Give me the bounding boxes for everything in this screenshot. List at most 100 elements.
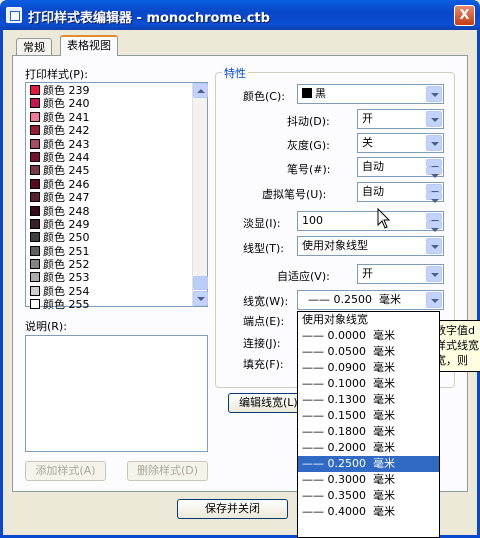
dither-value: 开 [362,112,373,125]
spin-up-icon[interactable] [426,213,442,224]
color-value: 黑 [315,87,326,100]
delete-style-button[interactable]: 删除样式(D) [127,461,208,481]
print-style-label: 颜色 252 [43,258,90,272]
print-style-item[interactable]: 颜色 241 [26,111,191,124]
print-style-item[interactable]: 颜色 252 [26,258,191,271]
properties-title: 特性 [222,65,248,81]
print-style-item[interactable]: 颜色 242 [26,124,191,137]
lineweight-option[interactable]: —— 0.3500 毫米 [298,488,439,504]
print-styles-rows: 颜色 239 颜色 240 颜色 241 颜色 242 颜色 243 颜色 244 颜色 2… [26,84,191,312]
lineweight-option[interactable]: —— 0.0500 毫米 [298,344,439,360]
adaptive-combo[interactable]: 开 [357,264,444,284]
lineweight-dropdown-list[interactable]: 使用对象线宽 —— 0.0000 毫米 —— 0.0500 毫米 —— 0.0900 … [297,311,440,538]
lineweight-option[interactable]: —— 0.0000 毫米 [298,328,439,344]
color-swatch [30,272,40,283]
linetype-combo[interactable]: 使用对象线型 [297,236,444,256]
print-style-item[interactable]: 颜色 248 [26,205,191,218]
color-swatch [30,151,40,162]
spin-up-icon[interactable] [426,184,442,195]
print-style-label: 颜色 255 [43,298,90,312]
scroll-thumb[interactable] [193,276,208,290]
scroll-up-button[interactable] [193,83,208,98]
print-style-item[interactable]: 颜色 250 [26,231,191,244]
chevron-down-icon[interactable] [426,111,442,127]
lineweight-combo[interactable]: —— 0.2500 毫米 [297,290,444,310]
print-style-label: 颜色 248 [43,204,90,218]
print-style-item[interactable]: 颜色 243 [26,138,191,151]
lineweight-option[interactable]: —— 0.1800 毫米 [298,424,439,440]
print-styles-list[interactable]: 颜色 239 颜色 240 颜色 241 颜色 242 颜色 243 颜色 244 颜色 2… [25,82,208,311]
lineweight-option[interactable]: —— 0.3000 毫米 [298,472,439,488]
virtual-pen-spinner[interactable]: 自动 [357,182,444,203]
color-swatch [30,218,40,229]
color-swatch [30,125,40,136]
tab-table-view[interactable]: 表格视图 [60,35,118,56]
styles-scrollbar[interactable] [192,83,208,306]
print-style-label: 颜色 242 [43,124,90,138]
spin-down-icon[interactable] [426,167,442,178]
color-swatch [30,205,40,216]
lineweight-options: 使用对象线宽 —— 0.0000 毫米 —— 0.0500 毫米 —— 0.0900 … [298,312,439,520]
print-style-item[interactable]: 颜色 255 [26,298,191,311]
print-style-label: 颜色 243 [43,137,90,151]
print-style-label: 颜色 247 [43,191,90,205]
print-style-item[interactable]: 颜色 245 [26,164,191,177]
print-style-label: 颜色 254 [43,284,90,298]
color-swatch [30,98,40,109]
save-close-button[interactable]: 保存并关闭 [177,499,288,519]
lineweight-option[interactable]: —— 0.0900 毫米 [298,360,439,376]
grayscale-combo[interactable]: 关 [357,133,444,153]
spin-down-icon[interactable] [426,221,442,232]
print-style-item[interactable]: 颜色 254 [26,285,191,298]
lineweight-option[interactable]: 使用对象线宽 [298,312,439,328]
print-style-item[interactable]: 颜色 246 [26,178,191,191]
pen-number-spinner[interactable]: 自动 [357,157,444,178]
lineweight-option[interactable]: —— 0.2500 毫米 [298,456,439,472]
print-style-label: 颜色 251 [43,244,90,258]
edit-lineweights-button[interactable]: 编辑线宽(L) [228,393,304,413]
screening-label: 淡显(I): [243,217,281,230]
description-textarea[interactable] [25,335,208,452]
print-style-item[interactable]: 颜色 253 [26,271,191,284]
print-style-label: 颜色 240 [43,97,90,111]
spin-down-icon[interactable] [426,192,442,203]
chevron-down-icon[interactable] [426,86,442,102]
scroll-down-button[interactable] [193,291,208,306]
color-swatch [30,245,40,256]
lineweight-option[interactable]: —— 0.4000 毫米 [298,504,439,520]
print-style-item[interactable]: 颜色 244 [26,151,191,164]
print-style-item[interactable]: 颜色 239 [26,84,191,97]
print-style-label: 颜色 246 [43,177,90,191]
lineweight-option[interactable]: —— 0.2000 毫米 [298,440,439,456]
dither-combo[interactable]: 开 [357,109,444,129]
color-combo[interactable]: 黑 [297,84,444,104]
linetype-label: 线型(T): [243,242,285,255]
lineweight-value: —— 0.2500 毫米 [308,293,401,306]
color-swatch [30,259,40,270]
print-style-item[interactable]: 颜色 251 [26,245,191,258]
print-style-label: 颜色 253 [43,271,90,285]
print-style-item[interactable]: 颜色 247 [26,191,191,204]
add-style-button[interactable]: 添加样式(A) [25,461,106,481]
chevron-down-icon[interactable] [426,266,442,282]
title-bar[interactable]: 打印样式表编辑器 - monochrome.ctb X [0,0,480,30]
chevron-down-icon[interactable] [426,238,442,254]
grayscale-value: 关 [362,136,373,149]
screening-spinner[interactable]: 100 [297,211,444,232]
window-title: 打印样式表编辑器 - monochrome.ctb [28,11,270,26]
print-style-label: 颜色 245 [43,164,90,178]
chevron-down-icon[interactable] [426,292,442,308]
print-style-label: 颜色 250 [43,231,90,245]
print-style-item[interactable]: 颜色 240 [26,97,191,110]
spin-up-icon[interactable] [426,159,442,170]
lineweight-option[interactable]: —— 0.1500 毫米 [298,408,439,424]
description-label: 说明(R): [25,320,67,333]
tab-general-label: 常规 [23,41,45,54]
print-style-item[interactable]: 颜色 249 [26,218,191,231]
chevron-down-icon[interactable] [426,135,442,151]
print-style-label: 颜色 244 [43,150,90,164]
lineweight-option[interactable]: —— 0.1000 毫米 [298,376,439,392]
print-styles-label: 打印样式(P): [25,68,88,81]
lineweight-option[interactable]: —— 0.1300 毫米 [298,392,439,408]
close-button[interactable]: X [454,5,475,26]
